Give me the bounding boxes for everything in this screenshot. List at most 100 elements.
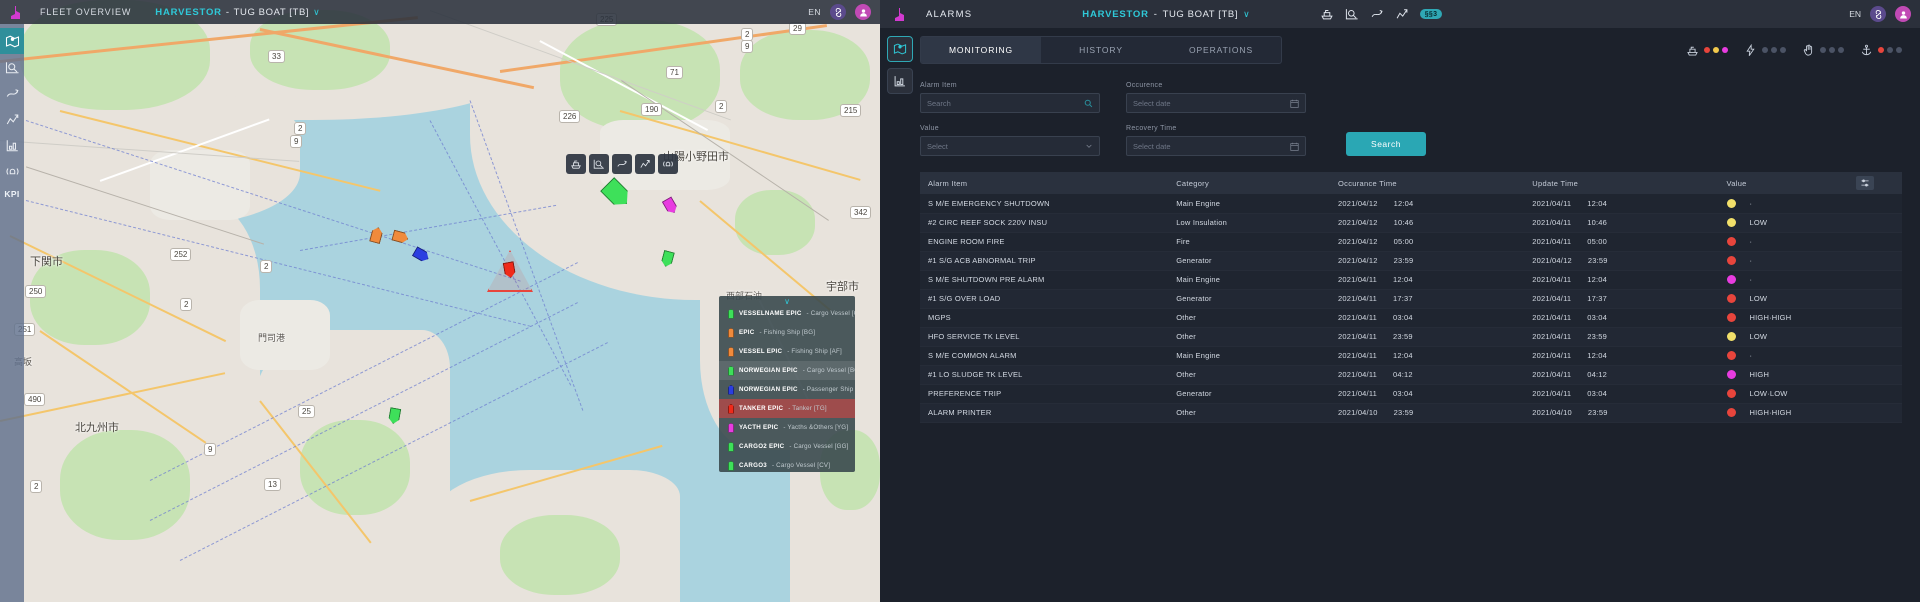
alarms-main: MONITORING HISTORY OPERATIONS Alarm Item…: [920, 28, 1920, 602]
col-value[interactable]: Value: [1718, 172, 1848, 194]
vessel-selector[interactable]: HARVESTOR - TUG BOAT [TB] ∨: [145, 7, 319, 18]
table-row[interactable]: S M/E SHUTDOWN PRE ALARM Main Engine 202…: [920, 270, 1902, 290]
alarm-item-input[interactable]: Search: [920, 93, 1100, 113]
link-icon[interactable]: [1870, 6, 1886, 22]
table-row[interactable]: MGPS Other 2021/04/11 03:04 2021/04/11 03:…: [920, 308, 1902, 328]
legend-row[interactable]: EPIC - Fishing Ship [BG]: [719, 323, 855, 342]
table-row[interactable]: HFO SERVICE TK LEVEL Other 2021/04/11 23:…: [920, 327, 1902, 347]
col-alarm-item[interactable]: Alarm Item: [920, 172, 1169, 194]
col-category[interactable]: Category: [1168, 172, 1331, 194]
legend-row[interactable]: YACTH EPIC - Yacths &Others [YG]: [719, 418, 855, 437]
value-select[interactable]: Select: [920, 136, 1100, 156]
calendar-icon[interactable]: [1290, 99, 1299, 108]
fleet-overview-link[interactable]: FLEET OVERVIEW: [26, 7, 145, 17]
status-dots: [1762, 47, 1786, 53]
status-group-anchor[interactable]: [1860, 44, 1902, 57]
table-row[interactable]: S M/E COMMON ALARM Main Engine 2021/04/1…: [920, 346, 1902, 366]
legend-vessel-name: NORWEGIAN EPIC: [739, 386, 798, 393]
sidebar-item-map[interactable]: [0, 28, 24, 54]
occurrence-date-input[interactable]: Select date: [1126, 93, 1306, 113]
sidebar-item-trend[interactable]: [0, 106, 24, 132]
legend-vessel-desc: - Cargo Vessel [GG]: [789, 443, 849, 450]
legend-collapse-icon[interactable]: ∨: [784, 298, 790, 306]
col-update-time[interactable]: Update Time: [1524, 172, 1719, 194]
col-occurance-time[interactable]: Occurance Time: [1330, 172, 1525, 194]
vessel-color-swatch: [728, 422, 734, 433]
sidebar-item-alarm[interactable]: [0, 158, 24, 184]
language-selector[interactable]: EN: [1849, 9, 1861, 19]
sidebar-item-analysis[interactable]: [0, 54, 24, 80]
search-button[interactable]: Search: [1346, 132, 1426, 156]
occ-date: 2021/04/11: [1338, 294, 1378, 303]
status-badge[interactable]: §§3: [1419, 9, 1443, 19]
settings-sliders-icon[interactable]: [1856, 176, 1874, 190]
trend-icon[interactable]: [635, 154, 655, 174]
cell-actions: [1848, 384, 1902, 404]
sidebar-item-report[interactable]: [0, 132, 24, 158]
occ-date: 2021/04/11: [1338, 389, 1378, 398]
filter-alarm-item: Alarm Item Search: [920, 82, 1100, 113]
fleet-map-panel: 33 225 29 2 9 71 2 9 226 190 2 215 342 2…: [0, 0, 880, 602]
alarm-icon[interactable]: [658, 154, 678, 174]
link-icon[interactable]: [830, 4, 846, 20]
rail-button-report[interactable]: [887, 68, 913, 94]
map-sidebar-rail: KPI: [0, 24, 24, 602]
ship-logo-icon[interactable]: [888, 7, 910, 22]
tab-history[interactable]: HISTORY: [1041, 37, 1161, 63]
status-group-power[interactable]: [1744, 43, 1786, 57]
avatar[interactable]: [855, 4, 871, 20]
table-row[interactable]: #1 S/G ACB ABNORMAL TRIP Generator 2021/…: [920, 251, 1902, 271]
legend-vessel-desc: - Yacths &Others [YG]: [783, 424, 849, 431]
field-label: Value: [920, 125, 939, 132]
route-shield: 71: [666, 66, 683, 79]
tab-operations[interactable]: OPERATIONS: [1161, 37, 1281, 63]
table-row[interactable]: #1 LO SLUDGE TK LEVEL Other 2021/04/11 04…: [920, 365, 1902, 385]
alarms-side-rail: [880, 28, 920, 602]
chevron-down-icon[interactable]: [1085, 142, 1093, 150]
search-chart-icon[interactable]: [589, 154, 609, 174]
value-status-dot: [1726, 313, 1736, 322]
table-row[interactable]: ENGINE ROOM FIRE Fire 2021/04/12 05:00 20…: [920, 232, 1902, 252]
route-icon[interactable]: [612, 154, 632, 174]
table-row[interactable]: PREFERENCE TRIP Generator 2021/04/11 03:0…: [920, 384, 1902, 404]
chevron-down-icon[interactable]: ∨: [1243, 9, 1250, 20]
legend-row-selected[interactable]: TANKER EPIC - Tanker [TG]: [719, 399, 855, 418]
search-icon[interactable]: [1084, 99, 1093, 108]
chevron-down-icon[interactable]: ∨: [313, 7, 320, 18]
vessel-selector[interactable]: HARVESTOR - TUG BOAT [TB] ∨: [1082, 9, 1249, 20]
table-row[interactable]: #2 CIRC REEF SOCK 220V INSU Low Insulati…: [920, 213, 1902, 233]
value-text: ·: [1749, 198, 1753, 208]
legend-row[interactable]: NORWEGIAN EPIC - Cargo Vessel [BG]: [719, 361, 855, 380]
occ-time: 05:00: [1393, 237, 1414, 246]
avatar[interactable]: [1895, 6, 1911, 22]
rail-button-map[interactable]: [887, 36, 913, 62]
cell-actions: [1848, 346, 1902, 366]
upd-time: 12:04: [1587, 275, 1608, 284]
tab-monitoring[interactable]: MONITORING: [921, 37, 1041, 63]
language-selector[interactable]: EN: [808, 7, 821, 17]
vessel-icon[interactable]: [1320, 7, 1334, 21]
legend-row[interactable]: CARGO3 - Cargo Vessel [CV]: [719, 456, 855, 472]
calendar-icon[interactable]: [1290, 142, 1299, 151]
recovery-date-input[interactable]: Select date: [1126, 136, 1306, 156]
vessel-icon[interactable]: [566, 154, 586, 174]
legend-row[interactable]: VESSELNAME EPIC - Cargo Vessel [CG]: [719, 304, 855, 323]
table-row[interactable]: #1 S/G OVER LOAD Generator 2021/04/11 17:…: [920, 289, 1902, 309]
status-group-vessel[interactable]: [1686, 44, 1728, 57]
trend-icon[interactable]: [1395, 7, 1409, 21]
sidebar-item-kpi[interactable]: KPI: [4, 189, 19, 199]
table-row[interactable]: ALARM PRINTER Other 2021/04/10 23:59 2021…: [920, 403, 1902, 423]
cell-occurance-time: 2021/04/11 04:12: [1330, 365, 1525, 385]
search-chart-icon[interactable]: [1345, 7, 1359, 21]
legend-row[interactable]: CARGO2 EPIC - Cargo Vessel [GG]: [719, 437, 855, 456]
route-icon[interactable]: [1370, 7, 1384, 21]
status-group-manual[interactable]: [1802, 44, 1844, 57]
cell-update-time: 2021/04/11 10:46: [1524, 213, 1719, 233]
occ-time: 23:59: [1393, 256, 1414, 265]
table-row[interactable]: S M/E EMERGENCY SHUTDOWN Main Engine 202…: [920, 194, 1902, 214]
legend-row[interactable]: NORWEGIAN EPIC - Passenger Ship [BG]: [719, 380, 855, 399]
sidebar-item-route[interactable]: [0, 80, 24, 106]
ship-logo-icon[interactable]: [4, 0, 26, 24]
upd-date: 2021/04/10: [1532, 408, 1572, 417]
legend-row[interactable]: VESSEL EPIC - Fishing Ship [AF]: [719, 342, 855, 361]
